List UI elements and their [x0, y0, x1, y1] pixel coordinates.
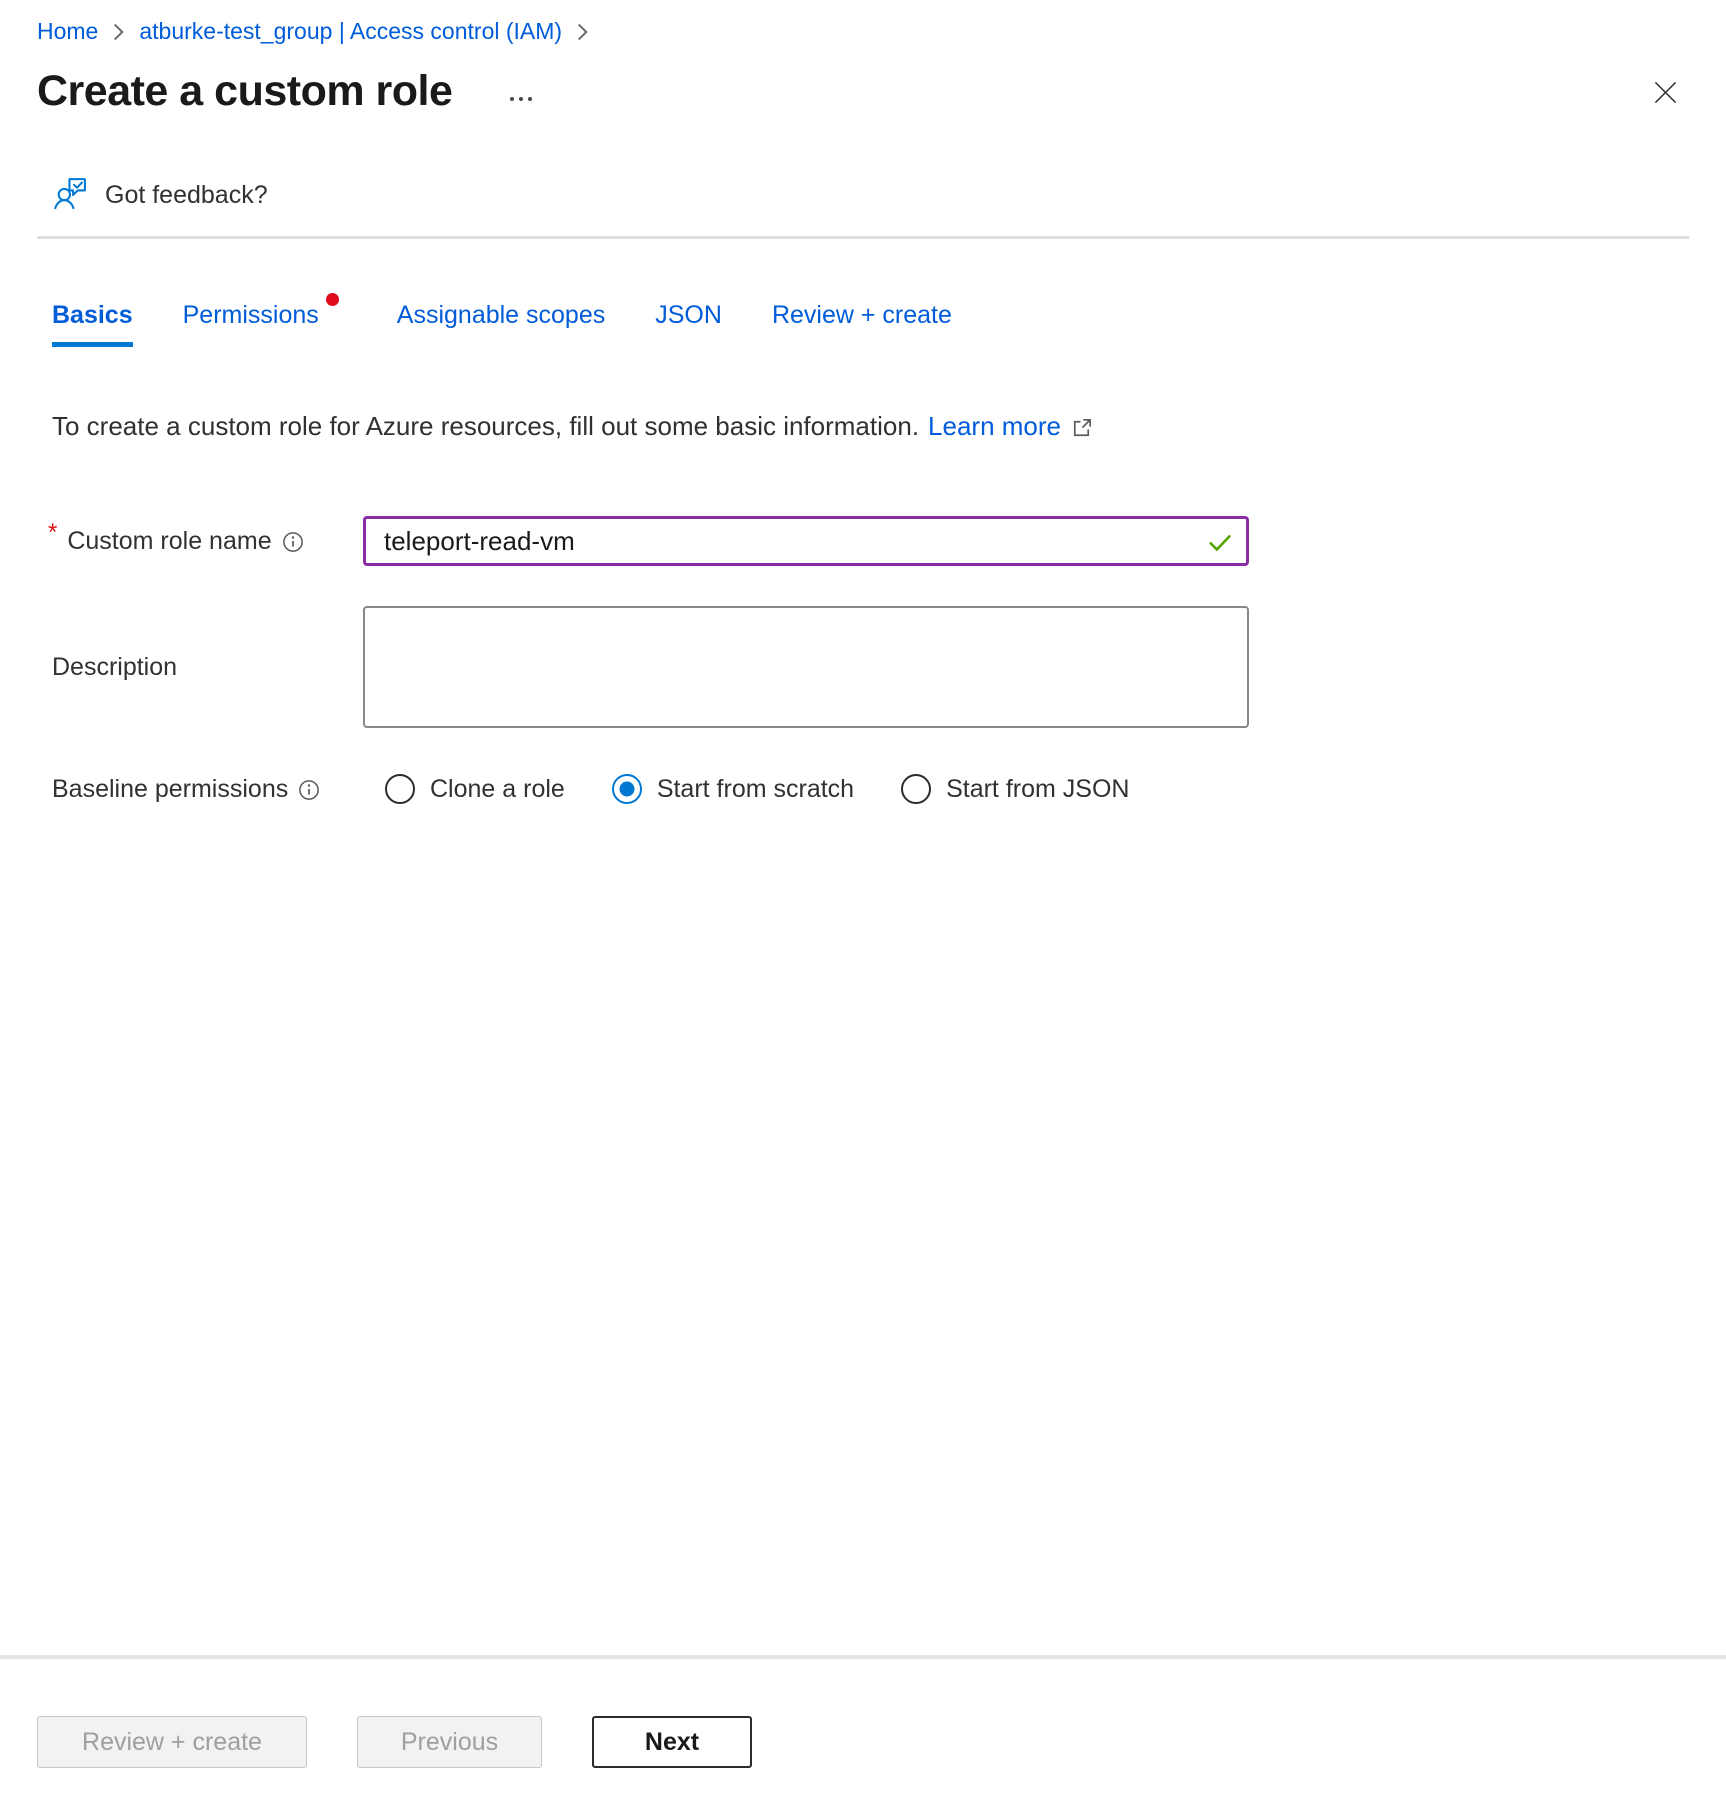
got-feedback-button[interactable]: Got feedback?	[52, 174, 268, 216]
review-create-button[interactable]: Review + create	[37, 1716, 307, 1768]
tab-basics[interactable]: Basics	[52, 301, 133, 347]
tab-permissions-label: Permissions	[183, 301, 319, 329]
radio-start-from-scratch[interactable]: Start from scratch	[612, 774, 854, 804]
close-icon[interactable]	[1652, 79, 1679, 109]
tab-permissions[interactable]: Permissions	[183, 301, 319, 347]
radio-start-from-json[interactable]: Start from JSON	[901, 774, 1129, 804]
external-link-icon	[1070, 417, 1093, 440]
previous-button[interactable]: Previous	[357, 1716, 542, 1768]
tab-assignable-scopes[interactable]: Assignable scopes	[397, 301, 605, 347]
custom-role-name-input[interactable]	[363, 516, 1249, 566]
custom-role-name-label-text: Custom role name	[67, 527, 271, 556]
header-divider	[37, 236, 1689, 239]
footer-divider	[0, 1655, 1726, 1659]
baseline-permissions-options: Clone a role Start from scratch Start fr…	[385, 774, 1129, 804]
next-button[interactable]: Next	[592, 1716, 752, 1768]
baseline-permissions-label-text: Baseline permissions	[52, 775, 288, 804]
radio-start-from-json-label: Start from JSON	[946, 775, 1129, 804]
custom-role-name-label: * Custom role name	[52, 527, 363, 556]
radio-selected-icon	[612, 774, 642, 804]
baseline-permissions-row: Baseline permissions Clone a role Start …	[52, 774, 1689, 804]
description-label: Description	[52, 653, 363, 682]
radio-clone-a-role-label: Clone a role	[430, 775, 565, 804]
permissions-alert-dot-icon	[326, 293, 339, 306]
radio-start-from-scratch-label: Start from scratch	[657, 775, 854, 804]
create-custom-role-panel: Home atburke-test_group | Access control…	[0, 0, 1726, 804]
valid-check-icon	[1205, 527, 1235, 562]
required-marker: *	[48, 519, 57, 547]
description-textarea[interactable]	[363, 606, 1249, 728]
tab-json[interactable]: JSON	[655, 301, 722, 347]
learn-more-link[interactable]: Learn more	[928, 411, 1061, 442]
description-row: Description	[52, 606, 1689, 728]
page-title: Create a custom role	[37, 67, 452, 116]
intro-text: To create a custom role for Azure resour…	[52, 411, 1689, 442]
custom-role-name-row: * Custom role name	[52, 516, 1689, 566]
footer-actions: Review + create Previous Next	[37, 1716, 752, 1768]
radio-circle-icon	[901, 774, 931, 804]
intro-sentence: To create a custom role for Azure resour…	[52, 411, 919, 442]
breadcrumb: Home atburke-test_group | Access control…	[37, 18, 1689, 45]
panel-header: Create a custom role	[37, 67, 1689, 116]
radio-circle-icon	[385, 774, 415, 804]
info-icon[interactable]	[282, 531, 304, 553]
info-icon[interactable]	[298, 779, 320, 801]
baseline-permissions-label: Baseline permissions	[52, 775, 363, 804]
feedback-person-icon	[52, 174, 89, 216]
radio-clone-a-role[interactable]: Clone a role	[385, 774, 565, 804]
chevron-right-icon	[112, 22, 125, 42]
breadcrumb-access-control-iam[interactable]: atburke-test_group | Access control (IAM…	[139, 18, 562, 45]
tab-review-create[interactable]: Review + create	[772, 301, 952, 347]
description-label-text: Description	[52, 653, 177, 682]
breadcrumb-home[interactable]: Home	[37, 18, 98, 45]
got-feedback-label: Got feedback?	[105, 181, 268, 210]
chevron-right-icon	[576, 22, 589, 42]
custom-role-name-input-wrap	[363, 516, 1249, 566]
more-options-icon[interactable]	[510, 97, 532, 101]
tab-bar: Basics Permissions Assignable scopes JSO…	[52, 301, 1689, 347]
